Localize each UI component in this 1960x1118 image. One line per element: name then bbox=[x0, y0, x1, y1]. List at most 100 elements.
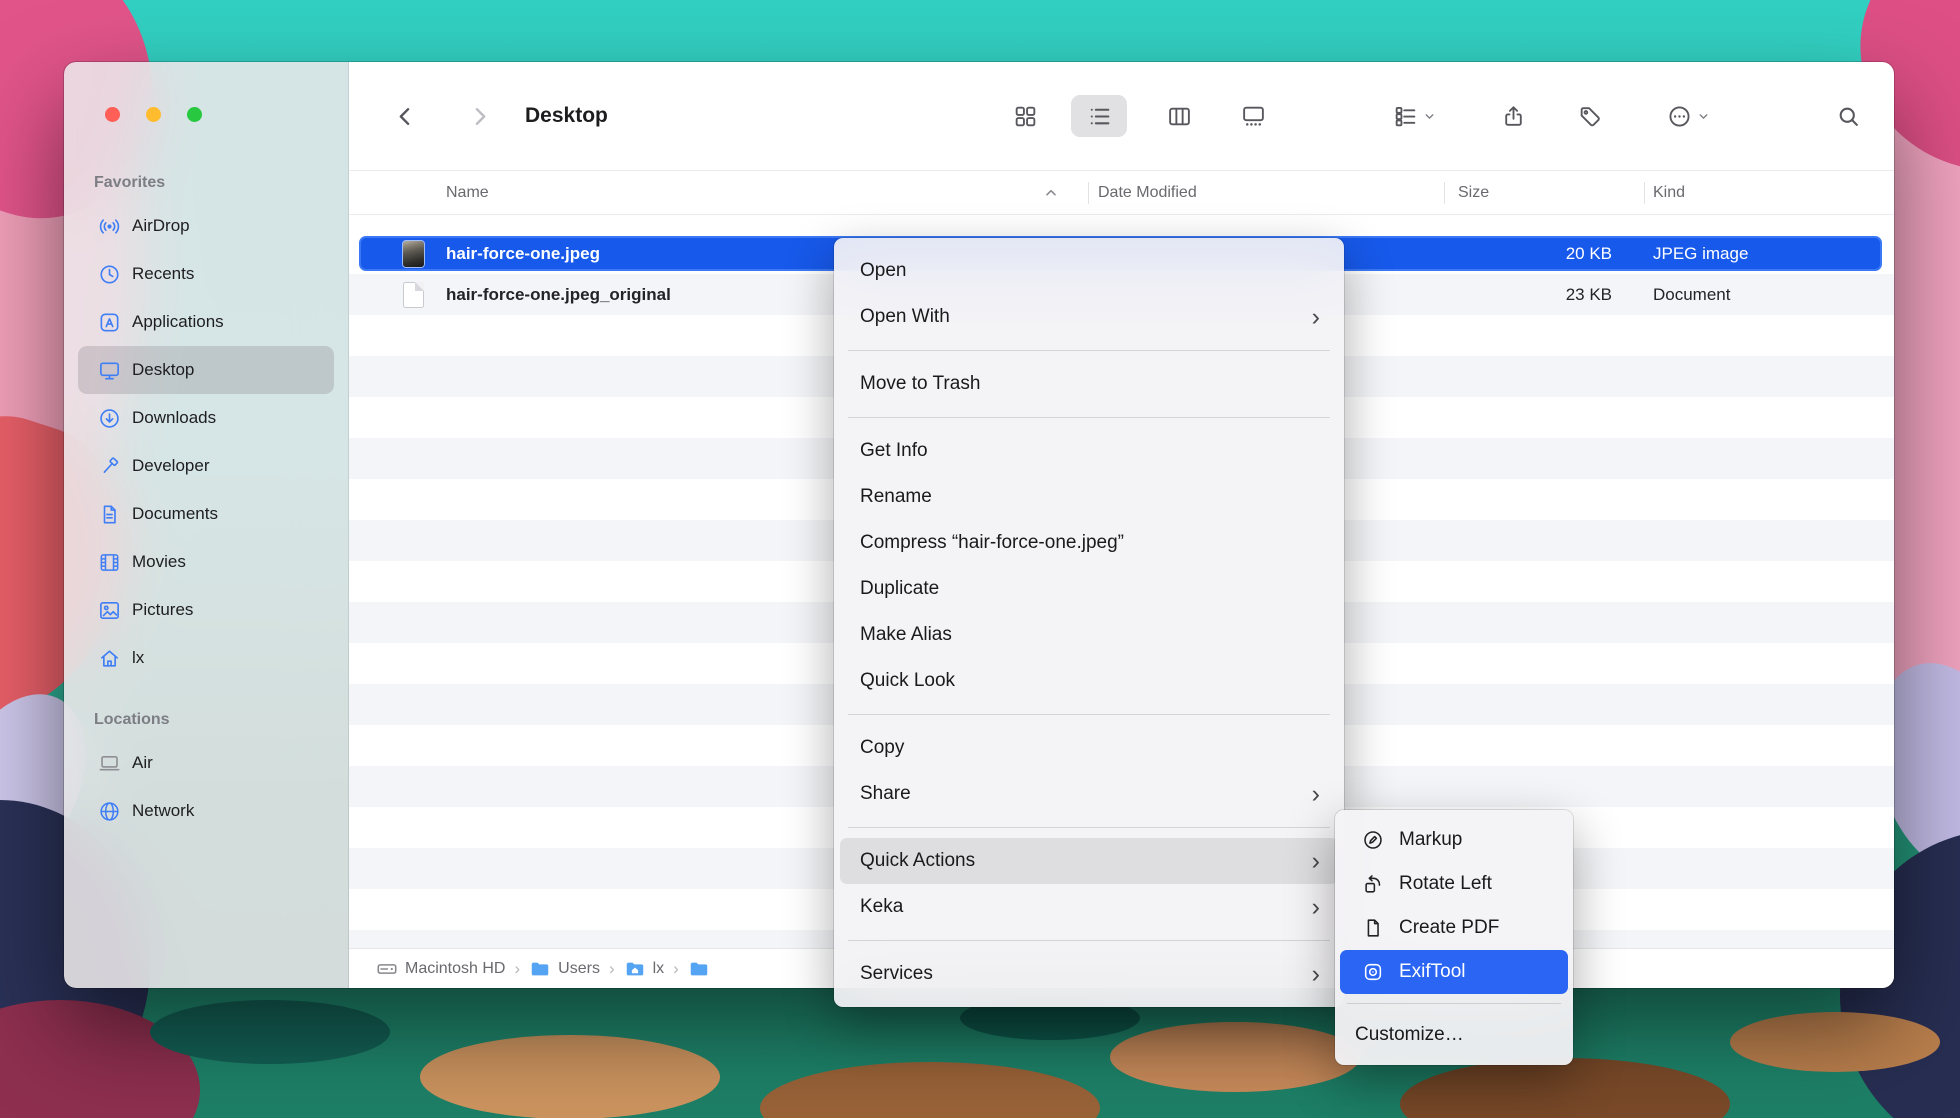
sidebar: Favorites AirDrop Recents Applications D… bbox=[64, 62, 349, 988]
forward-button[interactable] bbox=[459, 95, 499, 137]
sidebar-item-downloads[interactable]: Downloads bbox=[78, 394, 334, 442]
menu-item-copy[interactable]: Copy bbox=[840, 725, 1338, 771]
sidebar-item-label: Developer bbox=[132, 456, 210, 476]
submenu-chevron-icon: › bbox=[1312, 962, 1326, 987]
close-window-button[interactable] bbox=[105, 107, 120, 122]
hammer-icon bbox=[96, 454, 122, 478]
path-item-lx[interactable]: lx bbox=[624, 958, 665, 980]
jpeg-thumbnail-icon bbox=[403, 241, 424, 267]
toolbar: Desktop bbox=[349, 62, 1894, 170]
menu-item-open-with[interactable]: Open With› bbox=[840, 294, 1338, 340]
sidebar-item-label: Air bbox=[132, 753, 153, 773]
submenu-item-customize[interactable]: Customize… bbox=[1340, 1013, 1568, 1057]
path-chevron-icon: › bbox=[514, 960, 520, 977]
sidebar-item-developer[interactable]: Developer bbox=[78, 442, 334, 490]
list-column-headers: Name Date Modified Size Kind bbox=[349, 170, 1894, 215]
sidebar-item-movies[interactable]: Movies bbox=[78, 538, 334, 586]
group-icon bbox=[1393, 104, 1418, 129]
menu-item-get-info[interactable]: Get Info bbox=[840, 428, 1338, 474]
sidebar-item-documents[interactable]: Documents bbox=[78, 490, 334, 538]
column-header-size[interactable]: Size bbox=[1458, 171, 1489, 214]
path-item-folder[interactable] bbox=[688, 958, 717, 980]
search-button[interactable] bbox=[1826, 95, 1870, 137]
gallery-view-button[interactable] bbox=[1231, 95, 1275, 137]
sidebar-item-pictures[interactable]: Pictures bbox=[78, 586, 334, 634]
submenu-chevron-icon: › bbox=[1312, 782, 1326, 807]
icon-view-button[interactable] bbox=[1003, 95, 1047, 137]
submenu-chevron-icon: › bbox=[1312, 895, 1326, 920]
markup-icon bbox=[1360, 828, 1386, 852]
sidebar-item-airdrop[interactable]: AirDrop bbox=[78, 202, 334, 250]
folder-icon bbox=[529, 958, 551, 980]
menu-item-rename[interactable]: Rename bbox=[840, 474, 1338, 520]
menu-item-quick-look[interactable]: Quick Look bbox=[840, 658, 1338, 704]
menu-item-open[interactable]: Open bbox=[840, 248, 1338, 294]
file-kind: JPEG image bbox=[1653, 244, 1748, 264]
desktop-icon bbox=[96, 358, 122, 382]
group-button[interactable] bbox=[1371, 95, 1457, 137]
path-item-macintosh-hd[interactable]: Macintosh HD bbox=[376, 958, 505, 980]
sidebar-section-favorites: Favorites bbox=[94, 173, 348, 193]
wallpaper-stone bbox=[1110, 1022, 1360, 1092]
column-view-button[interactable] bbox=[1157, 95, 1201, 137]
wallpaper-stone bbox=[1400, 1058, 1730, 1118]
path-item-users[interactable]: Users bbox=[529, 958, 600, 980]
chevron-down-icon bbox=[1697, 110, 1710, 123]
globe-icon bbox=[96, 799, 122, 823]
sidebar-item-desktop[interactable]: Desktop bbox=[78, 346, 334, 394]
home-folder-icon bbox=[624, 958, 646, 980]
laptop-icon bbox=[96, 751, 122, 775]
submenu-item-rotate-left[interactable]: Rotate Left bbox=[1340, 862, 1568, 906]
clock-icon bbox=[96, 262, 122, 286]
sidebar-item-applications[interactable]: Applications bbox=[78, 298, 334, 346]
window-title: Desktop bbox=[525, 98, 608, 134]
column-view-icon bbox=[1167, 104, 1192, 129]
column-divider[interactable] bbox=[1444, 182, 1445, 204]
list-view-button[interactable] bbox=[1071, 95, 1127, 137]
menu-item-share[interactable]: Share› bbox=[840, 771, 1338, 817]
list-view-icon bbox=[1087, 104, 1112, 129]
wallpaper-stone bbox=[150, 1000, 390, 1064]
folder-icon bbox=[688, 958, 710, 980]
wallpaper-stone bbox=[1730, 1012, 1940, 1072]
sidebar-item-recents[interactable]: Recents bbox=[78, 250, 334, 298]
tags-button[interactable] bbox=[1568, 95, 1612, 137]
hard-drive-icon bbox=[376, 958, 398, 980]
sidebar-item-label: Network bbox=[132, 801, 194, 821]
gallery-view-icon bbox=[1241, 104, 1266, 129]
submenu-item-exiftool[interactable]: ExifTool bbox=[1340, 950, 1568, 994]
menu-item-move-to-trash[interactable]: Move to Trash bbox=[840, 361, 1338, 407]
share-button[interactable] bbox=[1491, 95, 1535, 137]
column-header-date-modified[interactable]: Date Modified bbox=[1098, 171, 1197, 214]
submenu-item-markup[interactable]: Markup bbox=[1340, 818, 1568, 862]
back-button[interactable] bbox=[385, 95, 425, 137]
film-icon bbox=[96, 550, 122, 574]
column-divider[interactable] bbox=[1088, 182, 1089, 204]
column-header-kind[interactable]: Kind bbox=[1653, 171, 1685, 214]
sidebar-item-label: Downloads bbox=[132, 408, 216, 428]
menu-item-quick-actions[interactable]: Quick Actions› bbox=[840, 838, 1338, 884]
document-file-icon bbox=[403, 282, 424, 308]
sidebar-item-label: AirDrop bbox=[132, 216, 190, 236]
quick-actions-submenu: Markup Rotate Left Create PDF ExifTool C… bbox=[1335, 810, 1573, 1065]
zoom-window-button[interactable] bbox=[187, 107, 202, 122]
path-chevron-icon: › bbox=[673, 960, 679, 977]
menu-item-services[interactable]: Services› bbox=[840, 951, 1338, 997]
sidebar-item-air[interactable]: Air bbox=[78, 739, 334, 787]
sidebar-item-label: lx bbox=[132, 648, 144, 668]
minimize-window-button[interactable] bbox=[146, 107, 161, 122]
menu-separator bbox=[848, 940, 1330, 941]
menu-item-keka[interactable]: Keka› bbox=[840, 884, 1338, 930]
menu-item-make-alias[interactable]: Make Alias bbox=[840, 612, 1338, 658]
sidebar-item-network[interactable]: Network bbox=[78, 787, 334, 835]
column-divider[interactable] bbox=[1644, 182, 1645, 204]
sidebar-item-lx[interactable]: lx bbox=[78, 634, 334, 682]
rotate-left-icon bbox=[1360, 872, 1386, 896]
more-actions-button[interactable] bbox=[1646, 95, 1730, 137]
submenu-item-create-pdf[interactable]: Create PDF bbox=[1340, 906, 1568, 950]
menu-item-compress[interactable]: Compress “hair-force-one.jpeg” bbox=[840, 520, 1338, 566]
menu-item-duplicate[interactable]: Duplicate bbox=[840, 566, 1338, 612]
file-size: 20 KB bbox=[1452, 244, 1612, 264]
column-header-name[interactable]: Name bbox=[446, 171, 489, 214]
photo-icon bbox=[96, 598, 122, 622]
